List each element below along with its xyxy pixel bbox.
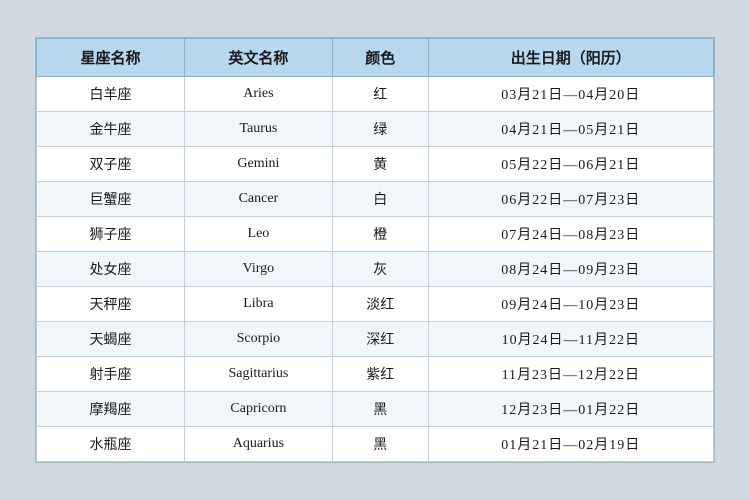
cell-date: 06月22日—07月23日 (428, 182, 713, 217)
cell-date: 07月24日—08月23日 (428, 217, 713, 252)
cell-english-name: Leo (184, 217, 332, 252)
cell-date: 05月22日—06月21日 (428, 147, 713, 182)
cell-english-name: Taurus (184, 112, 332, 147)
header-date: 出生日期（阳历） (428, 39, 713, 77)
cell-english-name: Gemini (184, 147, 332, 182)
cell-color: 白 (332, 182, 428, 217)
cell-chinese-name: 射手座 (37, 357, 185, 392)
cell-date: 12月23日—01月22日 (428, 392, 713, 427)
header-chinese-name: 星座名称 (37, 39, 185, 77)
cell-english-name: Libra (184, 287, 332, 322)
cell-chinese-name: 天秤座 (37, 287, 185, 322)
table-row: 摩羯座Capricorn黑12月23日—01月22日 (37, 392, 714, 427)
table-header-row: 星座名称 英文名称 颜色 出生日期（阳历） (37, 39, 714, 77)
table-row: 射手座Sagittarius紫红11月23日—12月22日 (37, 357, 714, 392)
table-row: 巨蟹座Cancer白06月22日—07月23日 (37, 182, 714, 217)
cell-english-name: Sagittarius (184, 357, 332, 392)
cell-color: 黑 (332, 427, 428, 462)
table-row: 水瓶座Aquarius黑01月21日—02月19日 (37, 427, 714, 462)
zodiac-table-container: 星座名称 英文名称 颜色 出生日期（阳历） 白羊座Aries红03月21日—04… (35, 37, 715, 463)
cell-date: 01月21日—02月19日 (428, 427, 713, 462)
cell-chinese-name: 水瓶座 (37, 427, 185, 462)
table-body: 白羊座Aries红03月21日—04月20日金牛座Taurus绿04月21日—0… (37, 77, 714, 462)
cell-color: 绿 (332, 112, 428, 147)
cell-chinese-name: 白羊座 (37, 77, 185, 112)
table-row: 白羊座Aries红03月21日—04月20日 (37, 77, 714, 112)
cell-chinese-name: 巨蟹座 (37, 182, 185, 217)
cell-english-name: Aquarius (184, 427, 332, 462)
header-english-name: 英文名称 (184, 39, 332, 77)
cell-date: 10月24日—11月22日 (428, 322, 713, 357)
cell-color: 黄 (332, 147, 428, 182)
cell-color: 灰 (332, 252, 428, 287)
cell-color: 深红 (332, 322, 428, 357)
cell-color: 紫红 (332, 357, 428, 392)
table-row: 处女座Virgo灰08月24日—09月23日 (37, 252, 714, 287)
cell-color: 红 (332, 77, 428, 112)
cell-date: 04月21日—05月21日 (428, 112, 713, 147)
cell-chinese-name: 金牛座 (37, 112, 185, 147)
cell-english-name: Cancer (184, 182, 332, 217)
cell-chinese-name: 双子座 (37, 147, 185, 182)
cell-date: 11月23日—12月22日 (428, 357, 713, 392)
table-row: 天蝎座Scorpio深红10月24日—11月22日 (37, 322, 714, 357)
cell-date: 03月21日—04月20日 (428, 77, 713, 112)
header-color: 颜色 (332, 39, 428, 77)
cell-english-name: Capricorn (184, 392, 332, 427)
table-row: 天秤座Libra淡红09月24日—10月23日 (37, 287, 714, 322)
zodiac-table: 星座名称 英文名称 颜色 出生日期（阳历） 白羊座Aries红03月21日—04… (36, 38, 714, 462)
cell-date: 08月24日—09月23日 (428, 252, 713, 287)
cell-chinese-name: 摩羯座 (37, 392, 185, 427)
table-row: 双子座Gemini黄05月22日—06月21日 (37, 147, 714, 182)
cell-chinese-name: 天蝎座 (37, 322, 185, 357)
cell-color: 淡红 (332, 287, 428, 322)
cell-color: 橙 (332, 217, 428, 252)
cell-english-name: Virgo (184, 252, 332, 287)
table-row: 金牛座Taurus绿04月21日—05月21日 (37, 112, 714, 147)
table-row: 狮子座Leo橙07月24日—08月23日 (37, 217, 714, 252)
cell-chinese-name: 处女座 (37, 252, 185, 287)
cell-english-name: Scorpio (184, 322, 332, 357)
cell-color: 黑 (332, 392, 428, 427)
cell-chinese-name: 狮子座 (37, 217, 185, 252)
cell-date: 09月24日—10月23日 (428, 287, 713, 322)
cell-english-name: Aries (184, 77, 332, 112)
